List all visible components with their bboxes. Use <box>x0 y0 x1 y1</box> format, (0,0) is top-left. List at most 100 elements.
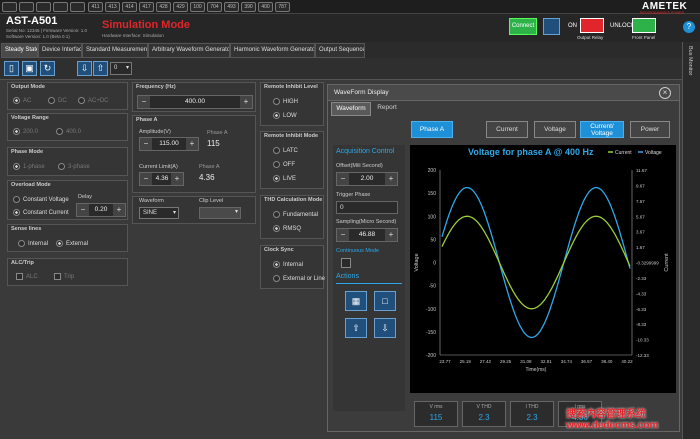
amplitude-stepper[interactable]: − 115.00 + <box>139 137 199 151</box>
radio-internal-clock[interactable]: Internal <box>273 261 303 268</box>
alc-checkbox[interactable]: ALC <box>16 273 38 280</box>
tab-harmonic-waveform[interactable]: Harmonic Waveform Generator <box>230 43 315 58</box>
output-relay-toggle[interactable] <box>580 18 604 33</box>
radio-dc[interactable]: DC <box>48 97 67 104</box>
bus-monitor-panel[interactable]: Bus Monitor <box>682 42 700 439</box>
current-limit-value[interactable]: 4.36 <box>152 173 172 185</box>
quick-icon[interactable]: 413 <box>105 2 120 12</box>
current-limit-stepper[interactable]: − 4.36 + <box>139 172 184 186</box>
radio-constant-voltage[interactable]: Constant Voltage <box>13 196 69 203</box>
quick-icon[interactable]: 493 <box>224 2 239 12</box>
trip-checkbox[interactable]: Trip <box>54 273 74 280</box>
quick-icon[interactable] <box>2 2 17 12</box>
radio-400[interactable]: 400.0 <box>56 128 81 135</box>
radio-internal-sense[interactable]: Internal <box>18 240 48 247</box>
radio-low[interactable]: LOW <box>273 112 297 119</box>
save-icon[interactable]: ▣ <box>22 61 37 76</box>
quick-icon[interactable]: 787 <box>275 2 290 12</box>
waveform-dropdown[interactable]: SINE ▾ <box>139 207 179 219</box>
current-voltage-button[interactable]: Current/ Voltage <box>580 121 624 138</box>
quick-icon[interactable]: 428 <box>156 2 171 12</box>
preset-dropdown[interactable]: 0 ▾ <box>110 62 132 75</box>
quick-icon[interactable] <box>19 2 34 12</box>
radio-200[interactable]: 200.0 <box>13 128 38 135</box>
save-download-icon[interactable]: ⇩ <box>374 318 396 338</box>
y-tick-label: -100 <box>426 307 436 313</box>
overload-mode-group: Overload Mode Constant Voltage Constant … <box>7 180 128 220</box>
radio-ac[interactable]: AC <box>13 97 31 104</box>
radio-off[interactable]: OFF <box>273 161 295 168</box>
delay-value[interactable]: 0.20 <box>89 204 113 216</box>
save-upload-icon[interactable]: ⇧ <box>345 318 367 338</box>
tab-report[interactable]: Report <box>372 102 402 116</box>
frequency-stepper[interactable]: − 400.00 + <box>137 95 253 109</box>
current-button[interactable]: Current <box>486 121 528 138</box>
tab-output-sequencer[interactable]: Output Sequencer <box>315 43 365 58</box>
radio-3-phase[interactable]: 3-phase <box>58 163 90 170</box>
radio-fundamental[interactable]: Fundamental <box>273 211 318 218</box>
tab-arbitrary-waveform[interactable]: Arbitrary Waveform Generator <box>148 43 230 58</box>
load-preset-icon[interactable]: ⇩ <box>77 61 92 76</box>
stop-icon[interactable]: □ <box>374 291 396 311</box>
radio-external-sense[interactable]: External <box>56 240 88 247</box>
quick-icon[interactable] <box>53 2 68 12</box>
voltage-button[interactable]: Voltage <box>534 121 576 138</box>
phase-a-button[interactable]: Phase A <box>411 121 453 138</box>
increment-icon[interactable]: + <box>385 229 397 241</box>
clip-level-dropdown[interactable]: ▾ <box>199 207 241 219</box>
quick-icon[interactable] <box>36 2 51 12</box>
increment-icon[interactable]: + <box>171 173 183 185</box>
quick-icon[interactable]: 100 <box>190 2 205 12</box>
quick-icon[interactable]: 390 <box>241 2 256 12</box>
increment-icon[interactable]: + <box>186 138 198 150</box>
power-button[interactable]: Power <box>630 121 670 138</box>
offset-value[interactable]: 2.00 <box>349 173 385 185</box>
trigger-phase-input[interactable]: 0 <box>336 201 398 214</box>
front-panel-toggle[interactable] <box>632 18 656 33</box>
decrement-icon[interactable]: − <box>77 204 89 216</box>
decrement-icon[interactable]: − <box>140 173 152 185</box>
tab-device-interface[interactable]: Device Interface <box>38 43 82 58</box>
radio-latc[interactable]: LATC <box>273 147 298 154</box>
refresh-icon[interactable]: ↻ <box>40 61 55 76</box>
increment-icon[interactable]: + <box>240 96 252 108</box>
help-icon[interactable]: ? <box>683 21 695 33</box>
quick-icon[interactable]: 704 <box>207 2 222 12</box>
tab-waveform[interactable]: Waveform <box>331 102 371 116</box>
tab-steady-state[interactable]: Steady State <box>1 43 38 58</box>
chart-export-icon[interactable]: ▦ <box>345 291 367 311</box>
decrement-icon[interactable]: − <box>337 229 349 241</box>
decrement-icon[interactable]: − <box>337 173 349 185</box>
radio-high[interactable]: HIGH <box>273 98 298 105</box>
radio-live[interactable]: LIVE <box>273 175 296 182</box>
amplitude-value[interactable]: 115.00 <box>152 138 186 150</box>
offset-stepper[interactable]: − 2.00 + <box>336 172 398 186</box>
sampling-value[interactable]: 46.88 <box>349 229 385 241</box>
x-tick-label: 31.08 <box>520 359 532 364</box>
frequency-value[interactable]: 400.00 <box>150 96 240 108</box>
decrement-icon[interactable]: − <box>138 96 150 108</box>
increment-icon[interactable]: + <box>385 173 397 185</box>
quick-icon[interactable] <box>70 2 85 12</box>
radio-rmsq[interactable]: RMSQ <box>273 225 301 232</box>
quick-icon[interactable]: 411 <box>88 2 103 12</box>
decrement-icon[interactable]: − <box>140 138 152 150</box>
increment-icon[interactable]: + <box>113 204 125 216</box>
radio-constant-current[interactable]: Constant Current <box>13 209 69 216</box>
open-icon[interactable]: ▯ <box>4 61 19 76</box>
radio-external-clock[interactable]: External or Line <box>273 275 325 282</box>
sampling-stepper[interactable]: − 46.88 + <box>336 228 398 242</box>
radio-1-phase[interactable]: 1-phase <box>13 163 45 170</box>
store-preset-icon[interactable]: ⇧ <box>93 61 108 76</box>
quick-icon[interactable]: 417 <box>139 2 154 12</box>
quick-icon[interactable]: 400 <box>258 2 273 12</box>
quick-icon[interactable]: 429 <box>173 2 188 12</box>
connect-button[interactable]: Connect <box>509 18 537 35</box>
disconnect-icon[interactable] <box>543 18 560 35</box>
close-icon[interactable]: × <box>659 87 671 99</box>
radio-acdc[interactable]: AC+DC <box>78 97 109 104</box>
tab-standard-measurements[interactable]: Standard Measurements <box>82 43 148 58</box>
quick-icon[interactable]: 414 <box>122 2 137 12</box>
delay-stepper[interactable]: − 0.20 + <box>76 203 126 217</box>
continuous-mode-checkbox[interactable] <box>341 258 351 268</box>
